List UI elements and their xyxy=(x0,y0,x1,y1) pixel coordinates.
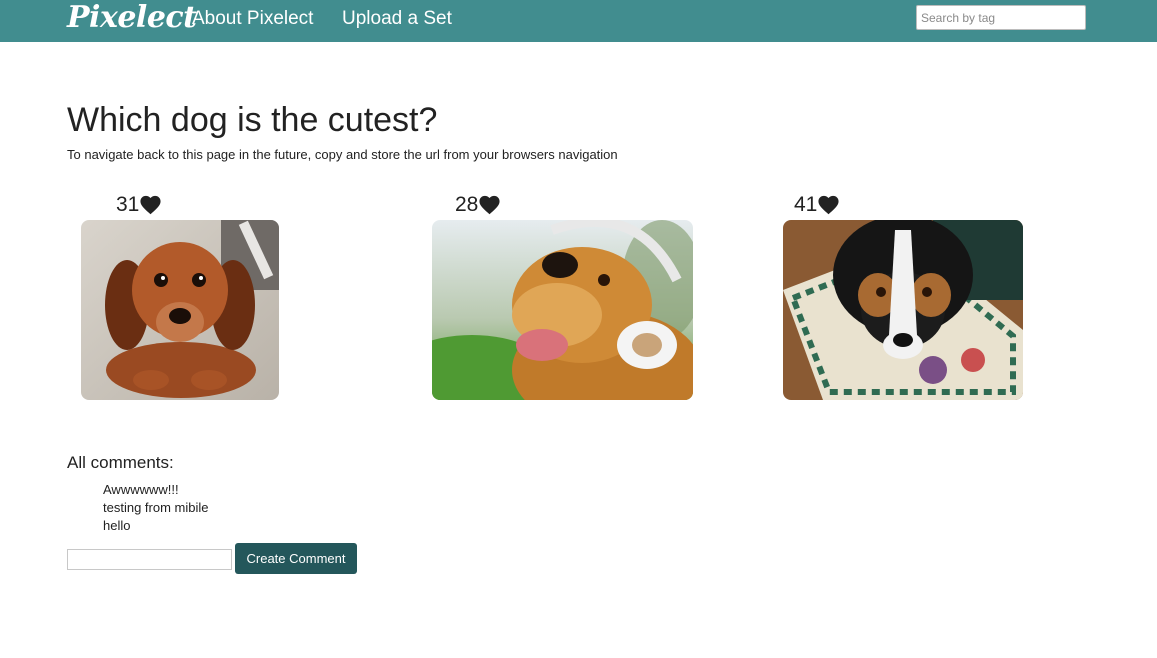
comment-input[interactable] xyxy=(67,549,232,570)
vote-count-label: 31 xyxy=(116,193,140,216)
vote-count-1[interactable]: 31 xyxy=(116,192,161,218)
brand-logo[interactable]: Pixelect xyxy=(67,0,197,36)
nav-link-upload[interactable]: Upload a Set xyxy=(342,0,452,38)
vote-count-3[interactable]: 41 xyxy=(794,192,839,218)
vote-count-2[interactable]: 28 xyxy=(455,192,500,218)
search-input[interactable] xyxy=(916,5,1086,30)
option-photo-golden-retriever[interactable] xyxy=(432,220,693,400)
heart-icon xyxy=(479,195,500,215)
option-photo-dachshund[interactable] xyxy=(81,220,279,400)
comment-item: hello xyxy=(103,518,131,533)
vote-count-label: 41 xyxy=(794,193,818,216)
top-navbar: Pixelect About Pixelect Upload a Set xyxy=(0,0,1157,42)
vote-count-label: 28 xyxy=(455,193,479,216)
comment-item: Awwwwww!!! xyxy=(103,482,179,497)
page-title: Which dog is the cutest? xyxy=(67,101,438,139)
comment-item: testing from mibile xyxy=(103,500,209,515)
nav-link-about[interactable]: About Pixelect xyxy=(192,0,313,38)
heart-icon xyxy=(818,195,839,215)
create-comment-button[interactable]: Create Comment xyxy=(235,543,357,574)
page-subtitle: To navigate back to this page in the fut… xyxy=(67,147,618,162)
comments-title: All comments: xyxy=(67,453,174,472)
comment-list: Awwwwww!!! testing from mibile hello xyxy=(103,481,208,535)
option-photo-border-collie[interactable] xyxy=(783,220,1023,400)
heart-icon xyxy=(140,195,161,215)
